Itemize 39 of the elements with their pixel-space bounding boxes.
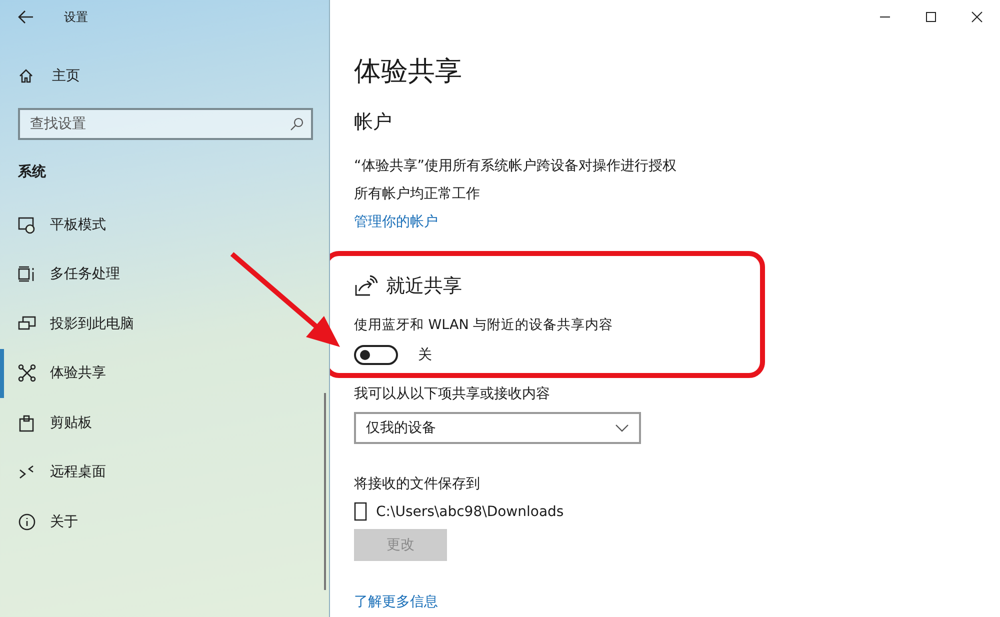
description-text: 使用蓝牙和 WLAN 与附近的设备共享内容 — [354, 316, 614, 335]
sidebar-item[interactable]: 剪贴板 — [0, 398, 329, 448]
scrollbar[interactable] — [324, 393, 326, 590]
share-icon — [18, 364, 36, 382]
toggle-switch[interactable] — [354, 345, 398, 365]
sidebar-item[interactable]: 关于 — [0, 497, 329, 546]
sidebar-item[interactable]: 多任务处理 — [0, 250, 329, 299]
home-icon — [18, 68, 34, 84]
sidebar-item[interactable]: 平板模式 — [0, 200, 329, 250]
folder-path: C:\Users\abc98\Downloads — [376, 504, 564, 520]
toggle-label: 关 — [418, 346, 432, 364]
chevron-icon — [615, 424, 629, 432]
folder-icon — [354, 502, 368, 522]
section-heading: 帐户 — [354, 110, 392, 135]
page-title: 体验共享 — [354, 55, 462, 89]
info-text: “体验共享”使用所有系统帐户跨设备对操作进行授权 — [354, 157, 677, 176]
sidebar-item[interactable]: 远程桌面 — [0, 448, 329, 497]
share-dropdown[interactable]: 仅我的设备 — [354, 412, 641, 444]
learn-more-link[interactable]: 了解更多信息 — [354, 590, 438, 614]
section-heading: 系统 — [17, 163, 47, 182]
window-title: 设置 — [64, 8, 88, 26]
field-label: 将接收的文件保存到 — [354, 475, 480, 494]
manage-account-link[interactable]: 管理你的帐户 — [354, 208, 438, 236]
close-icon — [971, 11, 983, 23]
about-icon — [18, 512, 36, 531]
home-link[interactable]: 主页 — [0, 58, 329, 94]
info-text: 所有帐户均正常工作 — [354, 185, 480, 204]
section-heading: 就近共享 — [386, 274, 462, 299]
remote-icon — [18, 463, 36, 482]
back-arrow-icon[interactable] — [18, 10, 34, 24]
tablet-icon — [18, 216, 36, 234]
field-label: 我可以从以下项共享或接收内容 — [354, 385, 550, 404]
clipboard-icon — [18, 414, 36, 432]
maximize-icon — [925, 11, 937, 23]
multitask-icon — [18, 265, 36, 284]
sidebar-item[interactable]: 投影到此电脑 — [0, 299, 329, 348]
search-icon — [290, 117, 304, 131]
search-field[interactable]: 查找设置 — [18, 108, 313, 140]
share-signal-icon — [354, 275, 378, 297]
